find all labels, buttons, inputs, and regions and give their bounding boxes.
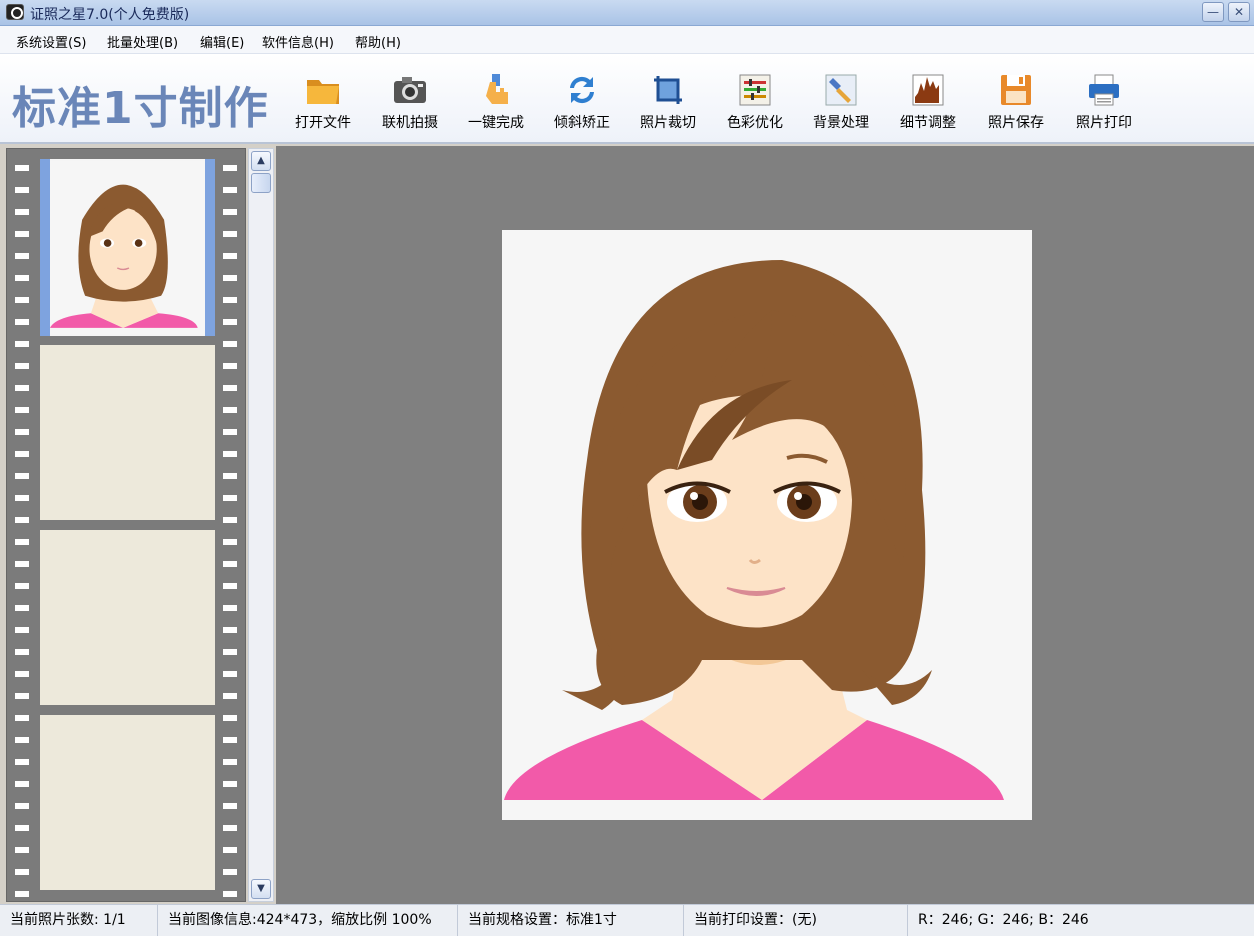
- camera-capture-button[interactable]: 联机拍摄: [370, 68, 450, 134]
- crop-button[interactable]: 照片裁切: [628, 68, 708, 134]
- menu-bar: 系统设置(S) 批量处理(B) 编辑(E) 软件信息(H) 帮助(H): [0, 26, 1254, 54]
- window-title: 证照之星7.0(个人免费版): [30, 7, 190, 23]
- thumbnail-frame-empty[interactable]: [40, 530, 215, 705]
- minimize-button[interactable]: —: [1202, 2, 1224, 22]
- film-perforations: [11, 149, 33, 901]
- tool-label: 一键完成: [468, 115, 524, 131]
- folder-icon: [307, 80, 339, 104]
- print-photo-button[interactable]: 照片打印: [1064, 68, 1144, 134]
- thumbnail-scrollbar[interactable]: ▲ ▼: [248, 148, 274, 902]
- mode-title: 标准1寸制作: [12, 83, 269, 134]
- menu-system-settings[interactable]: 系统设置(S): [16, 32, 86, 51]
- tool-label: 照片保存: [988, 115, 1044, 131]
- tool-label: 照片裁切: [640, 115, 696, 131]
- histogram-icon: [912, 74, 944, 106]
- thumbnail-frame-empty[interactable]: [40, 715, 215, 890]
- photo-canvas[interactable]: [276, 146, 1254, 904]
- background-button[interactable]: 背景处理: [801, 68, 881, 134]
- tilt-correct-button[interactable]: 倾斜矫正: [542, 68, 622, 134]
- status-bar: 当前照片张数: 1/1 当前图像信息:424*473，缩放比例 100% 当前规…: [0, 904, 1254, 936]
- printer-icon: [1089, 74, 1119, 106]
- one-click-button[interactable]: 一键完成: [456, 68, 536, 134]
- color-sliders-icon: [739, 74, 771, 106]
- thumbnail-filmstrip: [6, 148, 246, 902]
- tool-label: 打开文件: [295, 115, 351, 131]
- current-photo[interactable]: [502, 230, 1032, 820]
- toolbar: 标准1寸制作 打开文件 联机拍摄 一键完成 倾斜矫正 照片裁切 色彩优化 背景处…: [0, 54, 1254, 144]
- thumbnail-frame-empty[interactable]: [40, 345, 215, 520]
- detail-adjust-button[interactable]: 细节调整: [888, 68, 968, 134]
- camera-icon: [394, 77, 426, 103]
- scroll-up-button[interactable]: ▲: [251, 151, 271, 171]
- color-optimize-button[interactable]: 色彩优化: [715, 68, 795, 134]
- tool-label: 色彩优化: [727, 115, 783, 131]
- floppy-icon: [1001, 75, 1031, 105]
- status-print: 当前打印设置：(无): [684, 905, 908, 936]
- title-bar: 证照之星7.0(个人免费版) — ✕: [0, 0, 1254, 26]
- menu-software-info[interactable]: 软件信息(H): [262, 32, 334, 51]
- brush-icon: [825, 74, 857, 106]
- portrait-illustration: [502, 230, 1032, 820]
- tool-label: 细节调整: [900, 115, 956, 131]
- menu-help[interactable]: 帮助(H): [355, 32, 401, 51]
- scroll-thumb[interactable]: [251, 173, 271, 193]
- rotate-icon: [570, 76, 594, 104]
- status-spec: 当前规格设置：标准1寸: [458, 905, 684, 936]
- menu-edit[interactable]: 编辑(E): [200, 32, 244, 51]
- open-file-button[interactable]: 打开文件: [283, 68, 363, 134]
- status-image-info: 当前图像信息:424*473，缩放比例 100%: [158, 905, 458, 936]
- portrait-thumbnail: [50, 161, 205, 334]
- status-rgb: R：246; G：246; B：246: [918, 912, 1089, 928]
- thumbnail-image: [50, 159, 205, 336]
- thumbnail-frame-selected[interactable]: [40, 159, 215, 336]
- save-photo-button[interactable]: 照片保存: [976, 68, 1056, 134]
- tool-label: 联机拍摄: [382, 115, 438, 131]
- status-photo-count: 当前照片张数: 1/1: [0, 905, 158, 936]
- menu-batch[interactable]: 批量处理(B): [107, 32, 178, 51]
- tool-label: 照片打印: [1076, 115, 1132, 131]
- close-button[interactable]: ✕: [1228, 2, 1250, 22]
- scroll-down-button[interactable]: ▼: [251, 879, 271, 899]
- camera-app-icon: [6, 4, 24, 20]
- tool-label: 倾斜矫正: [554, 115, 610, 131]
- tool-label: 背景处理: [813, 115, 869, 131]
- hand-pointer-icon: [486, 74, 508, 104]
- crop-icon: [654, 76, 682, 104]
- film-perforations: [219, 149, 241, 901]
